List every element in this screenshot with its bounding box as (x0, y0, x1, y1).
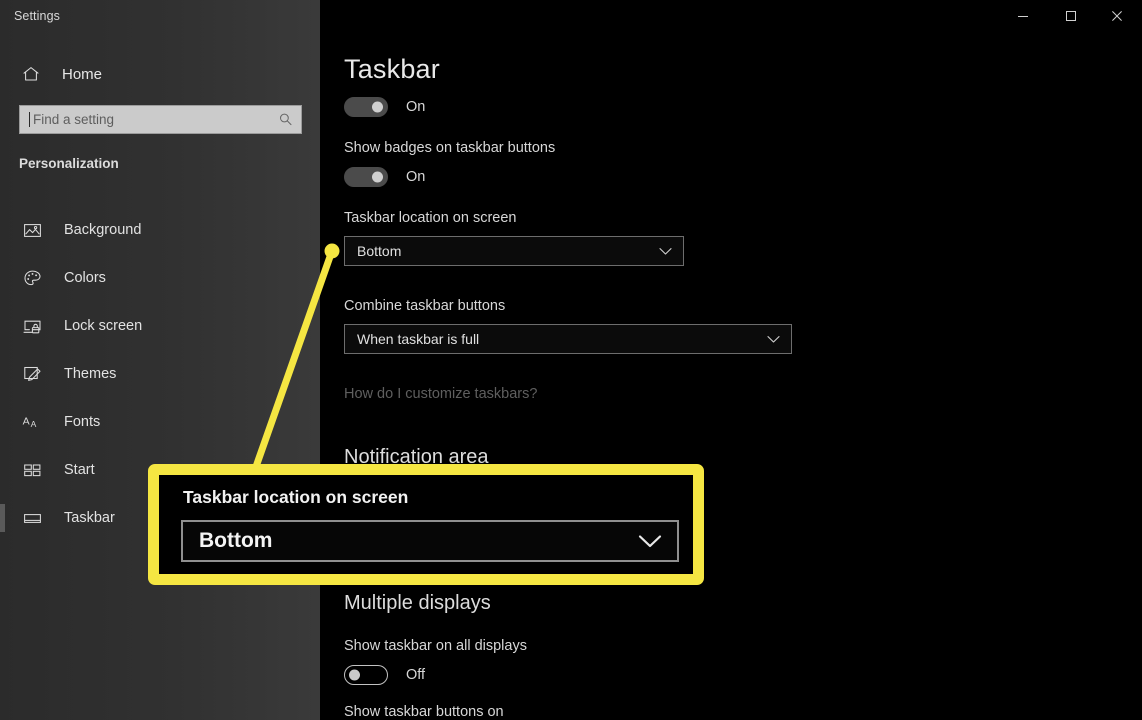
close-button[interactable] (1094, 0, 1140, 32)
maximize-button[interactable] (1048, 0, 1094, 32)
taskbar-icon (20, 506, 44, 530)
sidebar-item-background[interactable]: Background (0, 206, 320, 254)
customize-taskbars-link[interactable]: How do I customize taskbars? (344, 386, 537, 402)
minimize-icon (1017, 10, 1029, 22)
callout-dropdown[interactable]: Bottom (181, 520, 679, 562)
sidebar: Home Find a setting Personalization Back… (0, 0, 320, 720)
combine-buttons-label: Combine taskbar buttons (344, 298, 506, 314)
settings-window: Home Find a setting Personalization Back… (0, 0, 1142, 720)
show-badges-state: On (406, 169, 426, 185)
sidebar-item-themes[interactable]: Themes (0, 350, 320, 398)
show-all-displays-state: Off (406, 667, 426, 683)
chevron-down-icon (637, 528, 663, 554)
sidebar-item-label: Background (64, 222, 142, 238)
show-badges-toggle-row[interactable]: On (344, 167, 425, 187)
search-input[interactable]: Find a setting (19, 105, 302, 134)
page-title: Taskbar (344, 54, 440, 84)
taskbar-location-dropdown[interactable]: Bottom (344, 236, 684, 266)
sidebar-item-label: Themes (64, 366, 117, 382)
main-content: Taskbar On Show badges on taskbar button… (320, 0, 1142, 720)
switch-knob (349, 669, 360, 681)
sidebar-home-label: Home (62, 65, 103, 83)
switch-knob (372, 101, 383, 113)
minimize-button[interactable] (1000, 0, 1046, 32)
sidebar-item-label: Start (64, 462, 95, 478)
sidebar-item-lock-screen[interactable]: Lock screen (0, 302, 320, 350)
show-all-displays-switch[interactable] (344, 665, 388, 685)
sidebar-item-label: Fonts (64, 414, 101, 430)
window-title: Settings (14, 9, 60, 23)
callout-dropdown-value: Bottom (199, 529, 273, 552)
sidebar-item-fonts[interactable]: A A Fonts (0, 398, 320, 446)
palette-icon (20, 266, 44, 290)
chevron-down-icon (765, 331, 781, 347)
combine-buttons-value: When taskbar is full (357, 331, 480, 347)
switch-knob (372, 171, 383, 183)
fonts-icon: A A (20, 410, 44, 434)
annotation-callout: Taskbar location on screen Bottom (148, 464, 704, 585)
lock-screen-icon (20, 314, 44, 338)
text-caret (29, 112, 30, 127)
sidebar-item-label: Colors (64, 270, 106, 286)
lock-taskbar-toggle-row[interactable]: On (344, 97, 425, 117)
callout-label: Taskbar location on screen (183, 487, 409, 507)
show-badges-label: Show badges on taskbar buttons (344, 140, 556, 156)
home-icon (20, 63, 42, 85)
sidebar-item-label: Taskbar (64, 510, 115, 526)
show-taskbar-buttons-on-label: Show taskbar buttons on (344, 704, 504, 720)
sidebar-item-home[interactable]: Home (0, 58, 320, 90)
search-icon (273, 108, 297, 132)
search-placeholder: Find a setting (33, 112, 115, 127)
combine-buttons-dropdown[interactable]: When taskbar is full (344, 324, 792, 354)
sidebar-section-label: Personalization (19, 156, 119, 171)
taskbar-location-value: Bottom (357, 243, 402, 259)
sidebar-item-colors[interactable]: Colors (0, 254, 320, 302)
lock-taskbar-state: On (406, 99, 426, 115)
show-all-displays-label: Show taskbar on all displays (344, 638, 527, 654)
show-all-displays-toggle-row[interactable]: Off (344, 665, 425, 685)
svg-text:A: A (30, 419, 36, 429)
multiple-displays-heading: Multiple displays (344, 592, 491, 614)
show-badges-switch[interactable] (344, 167, 388, 187)
themes-icon (20, 362, 44, 386)
maximize-icon (1065, 10, 1077, 22)
close-icon (1111, 10, 1123, 22)
image-icon (20, 218, 44, 242)
title-bar: Settings (0, 0, 1142, 40)
start-icon (20, 458, 44, 482)
chevron-down-icon (657, 243, 673, 259)
lock-taskbar-switch[interactable] (344, 97, 388, 117)
sidebar-item-label: Lock screen (64, 318, 143, 334)
svg-text:A: A (22, 415, 29, 427)
taskbar-location-label: Taskbar location on screen (344, 210, 517, 226)
